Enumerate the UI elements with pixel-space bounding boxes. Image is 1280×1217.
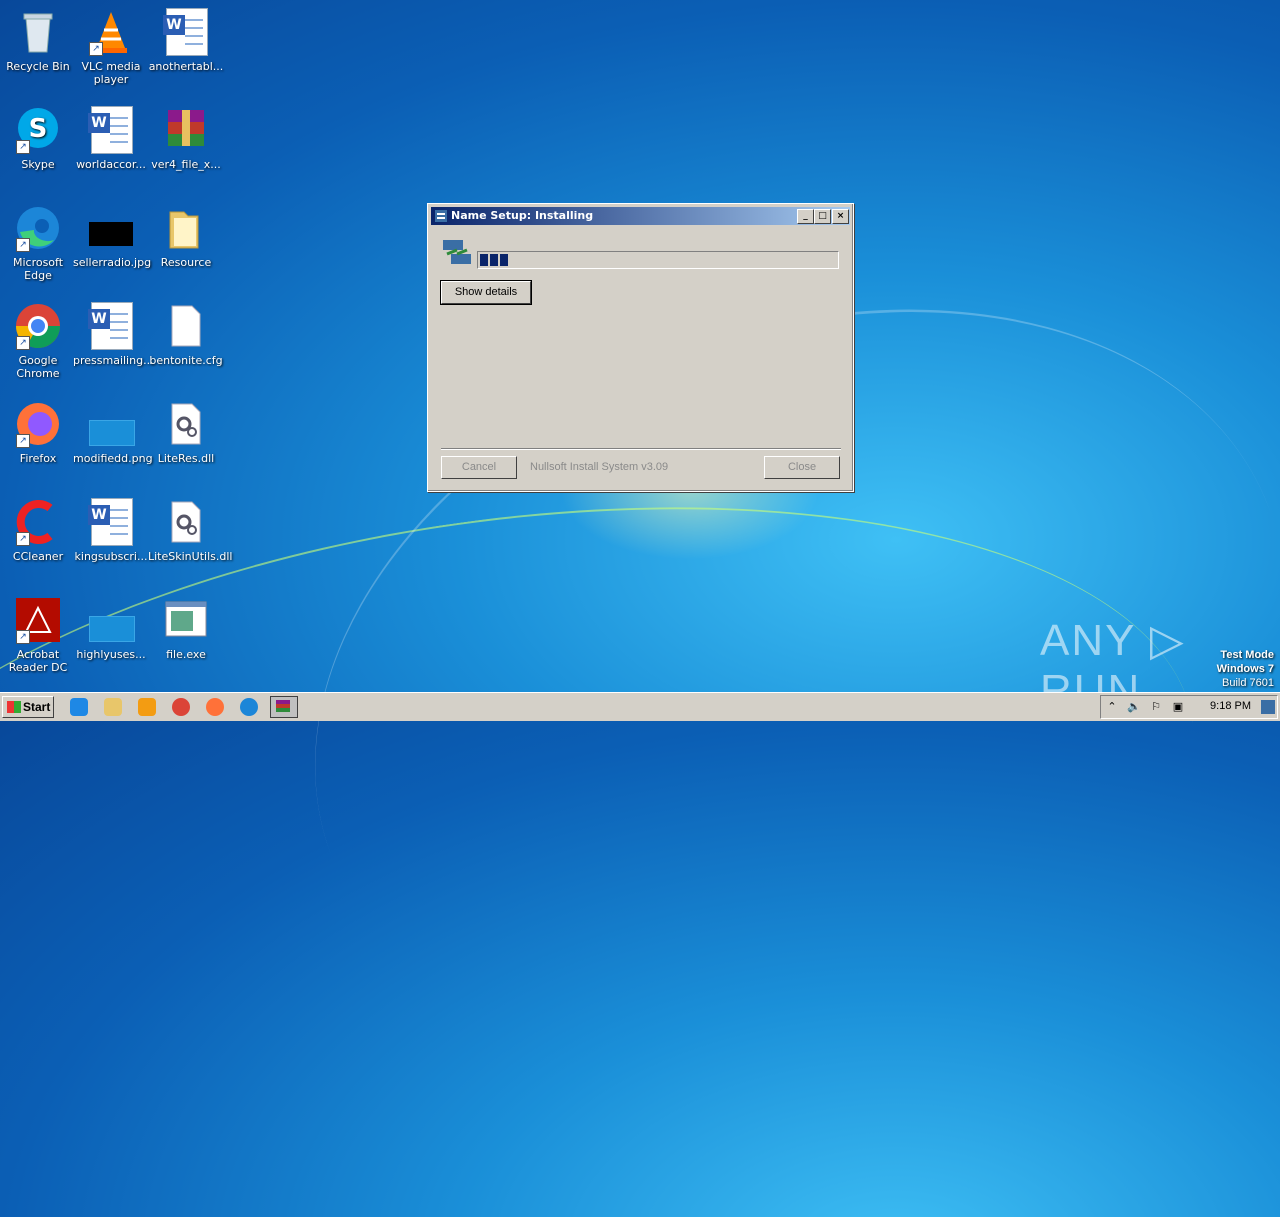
start-button[interactable]: Start	[2, 696, 54, 718]
edge-icon: ↗	[14, 204, 62, 252]
separator	[441, 448, 841, 450]
progress-segment	[490, 254, 498, 266]
acrobat-desktop-icon[interactable]: ↗ Acrobat Reader DC	[0, 596, 76, 674]
shortcut-arrow-icon: ↗	[16, 238, 30, 252]
word-document-icon: W	[87, 498, 135, 546]
chrome-desktop-icon[interactable]: ↗ Google Chrome	[0, 302, 76, 380]
firefox-icon[interactable]	[206, 698, 224, 716]
windows-flag-icon	[7, 701, 21, 713]
shortcut-arrow-icon: ↗	[16, 434, 30, 448]
dialog-titlebar[interactable]: Name Setup: Installing _ □ ×	[431, 207, 850, 225]
progress-segment	[500, 254, 508, 266]
shortcut-arrow-icon: ↗	[16, 630, 30, 644]
dialog-title: Name Setup: Installing	[451, 209, 594, 222]
word-doc-desktop-icon[interactable]: W kingsubscri...	[73, 498, 149, 563]
jpg-file-desktop-icon[interactable]: sellerradio.jpg	[73, 204, 151, 269]
vlc-cone-icon: ↗	[87, 8, 135, 56]
dll-gear-file-icon	[162, 498, 210, 546]
cfg-file-desktop-icon[interactable]: bentonite.cfg	[148, 302, 224, 367]
file-desktop-icon[interactable]: highlyuses...	[73, 596, 149, 661]
archive-desktop-icon[interactable]: ver4_file_x...	[148, 106, 224, 171]
close-window-button[interactable]: ×	[832, 209, 849, 224]
png-file-desktop-icon[interactable]: modifiedd.png	[73, 400, 153, 465]
firefox-icon: ↗	[14, 400, 62, 448]
progress-fill	[480, 254, 510, 266]
explorer-icon[interactable]	[104, 698, 122, 716]
ie-icon[interactable]	[70, 698, 88, 716]
acrobat-reader-icon: ↗	[14, 596, 62, 644]
word-doc-desktop-icon[interactable]: W anothertabl...	[148, 8, 224, 73]
taskbar: Start ⌃ 🔈 ⚐ ▣ 9:18 PM	[0, 692, 1280, 721]
word-document-icon: W	[162, 8, 210, 56]
show-hidden-icon[interactable]: ⌃	[1105, 700, 1119, 714]
chrome-icon: ↗	[14, 302, 62, 350]
volume-icon[interactable]: 🔈	[1127, 700, 1141, 714]
blank-file-icon	[162, 302, 210, 350]
word-document-icon: W	[87, 302, 135, 350]
cancel-button[interactable]: Cancel	[441, 456, 517, 479]
image-thumbnail-icon	[87, 400, 135, 448]
progress-segment	[480, 254, 488, 266]
word-document-icon: W	[87, 106, 135, 154]
edge-desktop-icon[interactable]: ↗ Microsoft Edge	[0, 204, 76, 282]
shortcut-arrow-icon: ↗	[16, 336, 30, 350]
system-tray: ⌃ 🔈 ⚐ ▣ 9:18 PM	[1100, 695, 1278, 719]
minimize-button[interactable]: _	[797, 209, 814, 224]
word-doc-desktop-icon[interactable]: W pressmailing...	[73, 302, 154, 367]
svg-text:S: S	[29, 114, 48, 144]
vlc-desktop-icon[interactable]: ↗ VLC media player	[73, 8, 149, 86]
edge-icon[interactable]	[240, 698, 258, 716]
clock[interactable]: 9:18 PM	[1210, 700, 1251, 712]
skype-icon: S ↗	[14, 106, 62, 154]
dll-gear-file-icon	[162, 400, 210, 448]
show-details-button[interactable]: Show details	[440, 280, 532, 305]
media-player-icon[interactable]	[138, 698, 156, 716]
show-desktop-icon[interactable]	[1261, 700, 1275, 714]
dll-file-desktop-icon[interactable]: LiteSkinUtils.dll	[148, 498, 232, 563]
folder-icon	[162, 204, 210, 252]
close-button[interactable]: Close	[764, 456, 840, 479]
install-transfer-icon	[443, 240, 471, 264]
maximize-button[interactable]: □	[814, 209, 831, 224]
installer-task-icon[interactable]	[270, 696, 298, 718]
nsis-branding: Nullsoft Install System v3.09	[530, 461, 669, 473]
shortcut-arrow-icon: ↗	[89, 42, 103, 56]
shortcut-arrow-icon: ↗	[16, 140, 30, 154]
shortcut-arrow-icon: ↗	[16, 532, 30, 546]
ccleaner-icon: ↗	[14, 498, 62, 546]
recycle-bin-desktop-icon[interactable]: Recycle Bin	[0, 8, 76, 73]
flag-icon[interactable]: ⚐	[1149, 700, 1163, 714]
installer-app-icon	[435, 210, 447, 222]
ccleaner-desktop-icon[interactable]: ↗ CCleaner	[0, 498, 76, 563]
firefox-desktop-icon[interactable]: ↗ Firefox	[0, 400, 76, 465]
folder-desktop-icon[interactable]: Resource	[148, 204, 224, 269]
chrome-icon[interactable]	[172, 698, 190, 716]
exe-file-desktop-icon[interactable]: file.exe	[148, 596, 224, 661]
install-progress-bar	[477, 251, 839, 269]
exe-window-icon	[162, 596, 210, 644]
dll-file-desktop-icon[interactable]: LiteRes.dll	[148, 400, 224, 465]
word-doc-desktop-icon[interactable]: W worldaccor...	[73, 106, 149, 171]
image-thumbnail-icon	[87, 596, 135, 644]
installer-dialog: Name Setup: Installing _ □ × Show detail…	[427, 203, 854, 492]
network-icon[interactable]: ▣	[1171, 700, 1185, 714]
recycle-bin-icon	[14, 8, 62, 56]
skype-desktop-icon[interactable]: S ↗ Skype	[0, 106, 76, 171]
image-thumbnail-icon	[87, 204, 135, 252]
windows-test-mode-label: Test Mode Windows 7 Build 7601	[1216, 649, 1274, 689]
winrar-archive-icon	[162, 106, 210, 154]
